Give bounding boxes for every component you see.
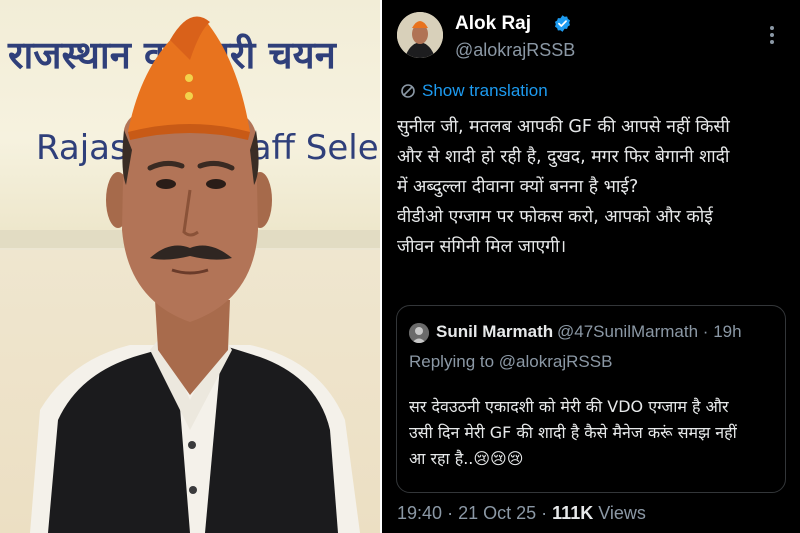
meta-separator: ·: [447, 503, 454, 523]
quoted-author-meta: @47SunilMarmath · 19h: [557, 322, 742, 342]
quoted-body-line: उसी दिन मेरी GF की शादी है कैसे मैनेज कर…: [409, 423, 737, 442]
quoted-tweet[interactable]: Sunil Marmath @47SunilMarmath · 19h Repl…: [396, 305, 786, 493]
verified-badge-icon: [554, 15, 571, 32]
more-vertical-icon[interactable]: [766, 24, 778, 46]
show-translation-label[interactable]: Show translation: [422, 81, 548, 101]
quoted-author-handle[interactable]: @47SunilMarmath: [557, 322, 698, 341]
news-photo: राजस्थान कर्मचारी चयन Rajasthan Staff Se…: [0, 0, 382, 533]
replying-to: Replying to @alokrajRSSB: [409, 352, 612, 372]
quoted-meta-separator: ·: [702, 322, 709, 341]
tweet-card[interactable]: Alok Raj @alokrajRSSB Show translation स…: [382, 0, 800, 533]
author-handle[interactable]: @alokrajRSSB: [455, 40, 575, 61]
tweet-body-line: वीडीओ एग्जाम पर फोकस करो, आपको और कोई: [397, 207, 713, 227]
tweet-date[interactable]: 21 Oct 25: [458, 503, 536, 523]
translate-icon: [401, 84, 415, 98]
views-label: Views: [598, 503, 646, 523]
quoted-tweet-age[interactable]: 19h: [713, 322, 741, 341]
tweet-body-line: सुनील जी, मतलब आपकी GF की आपसे नहीं किसी: [397, 117, 730, 137]
meta-separator: ·: [541, 503, 548, 523]
tweet-body-line: और से शादी हो रही है, दुखद, मगर फिर बेगा…: [397, 147, 730, 167]
person-portrait: [30, 16, 360, 533]
author-avatar[interactable]: [397, 12, 443, 58]
tweet-body-line: जीवन संगिनी मिल जाएगी।: [397, 237, 567, 257]
tweet-meta: 19:40 · 21 Oct 25 · 111K Views: [397, 503, 646, 524]
tweet-body: सुनील जी, मतलब आपकी GF की आपसे नहीं किसी…: [397, 112, 789, 262]
replying-to-mention[interactable]: @alokrajRSSB: [499, 352, 613, 371]
show-translation-link[interactable]: Show translation: [400, 80, 548, 102]
replying-to-prefix: Replying to: [409, 352, 495, 371]
tweet-time[interactable]: 19:40: [397, 503, 442, 523]
quoted-body-line: आ रहा है..😢😢😢: [409, 449, 524, 468]
quoted-tweet-body: सर देवउठनी एकादशी को मेरी की VDO एग्जाम …: [409, 394, 781, 472]
views-count: 111K: [552, 503, 594, 523]
author-name[interactable]: Alok Raj: [455, 13, 531, 35]
quoted-author-name[interactable]: Sunil Marmath: [436, 322, 553, 342]
quoted-author-avatar[interactable]: [409, 323, 429, 343]
quoted-body-line: सर देवउठनी एकादशी को मेरी की VDO एग्जाम …: [409, 397, 729, 416]
tweet-body-line: में अब्दुल्ला दीवाना क्यों बनना है भाई?: [397, 177, 639, 197]
